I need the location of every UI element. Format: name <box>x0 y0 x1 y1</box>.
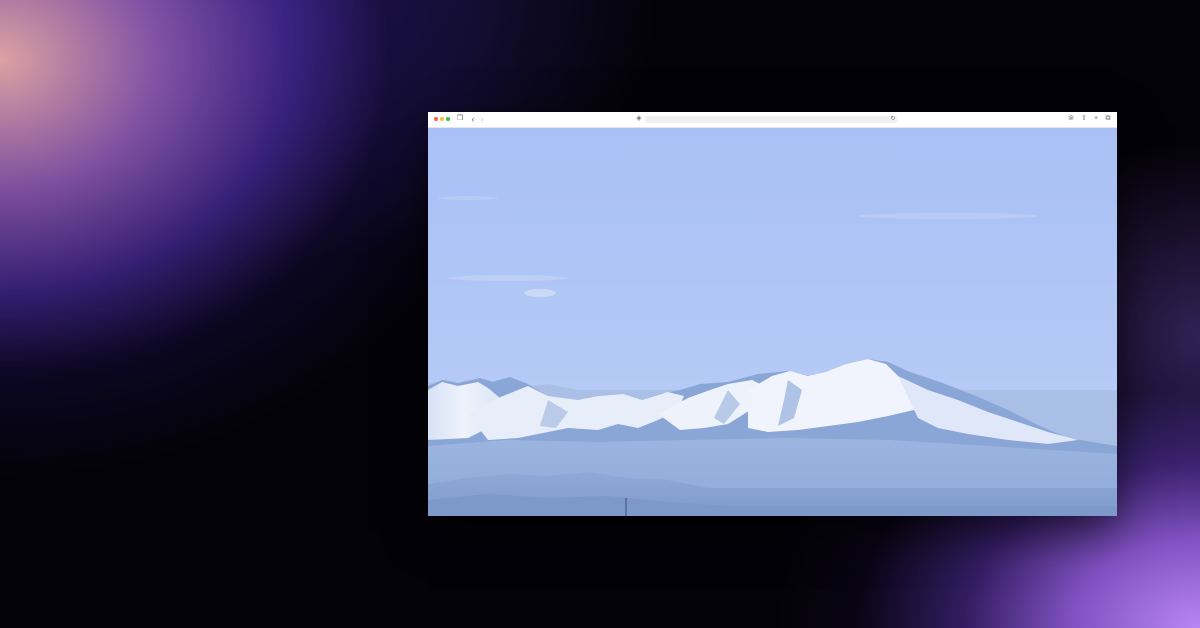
minimize-window-button[interactable] <box>440 117 444 121</box>
share-icon[interactable]: ⇧ <box>1080 114 1088 124</box>
cloud-wisp <box>438 196 498 200</box>
tower <box>625 498 627 516</box>
page-viewport <box>428 128 1117 516</box>
download-icon[interactable]: ⊚ <box>1067 114 1075 124</box>
address-bar[interactable] <box>645 116 897 123</box>
reload-icon[interactable]: ↻ <box>889 114 897 124</box>
zoom-window-button[interactable] <box>446 117 450 121</box>
shield-icon[interactable]: ◈ <box>635 114 643 124</box>
tabs-icon[interactable]: ⧉ <box>1104 114 1112 124</box>
cloud-wisp <box>524 289 556 297</box>
close-window-button[interactable] <box>434 117 438 121</box>
sidebar-icon[interactable]: ❒ <box>456 114 464 124</box>
plus-icon[interactable]: + <box>1092 114 1100 124</box>
cloud-wisp <box>448 275 568 281</box>
browser-toolbar: ❒ ‹ › ◈ ↻ ⊚ ⇧ + ⧉ <box>428 112 1117 128</box>
back-icon[interactable]: ‹ <box>470 114 476 124</box>
cloud-wisp <box>858 213 1038 219</box>
forward-icon[interactable]: › <box>479 114 485 124</box>
mountain-photo <box>428 128 1117 516</box>
browser-window: ❒ ‹ › ◈ ↻ ⊚ ⇧ + ⧉ <box>428 112 1117 516</box>
